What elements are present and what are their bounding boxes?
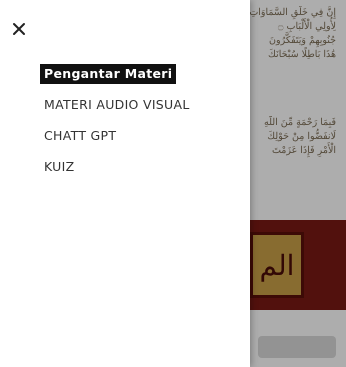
menu-item-kuiz[interactable]: KUIZ [40,157,240,188]
screen: إِنَّ فِي خَلْقِ السَّمَاوَاتِ لِأُولِي … [0,0,346,367]
menu-item-label: CHATT GPT [44,128,117,143]
menu-item-pengantar-materi[interactable]: Pengantar Materi [40,64,240,95]
close-button[interactable] [8,18,30,40]
menu-item-label: Pengantar Materi [40,64,177,84]
menu-item-label: MATERI AUDIO VISUAL [44,97,190,112]
drawer-menu: Pengantar Materi MATERI AUDIO VISUAL CHA… [40,64,240,188]
navigation-drawer: Pengantar Materi MATERI AUDIO VISUAL CHA… [0,0,250,367]
menu-item-label: KUIZ [44,159,75,174]
menu-item-materi-audio-visual[interactable]: MATERI AUDIO VISUAL [40,95,240,126]
menu-item-chatt-gpt[interactable]: CHATT GPT [40,126,240,157]
close-icon [13,23,25,35]
